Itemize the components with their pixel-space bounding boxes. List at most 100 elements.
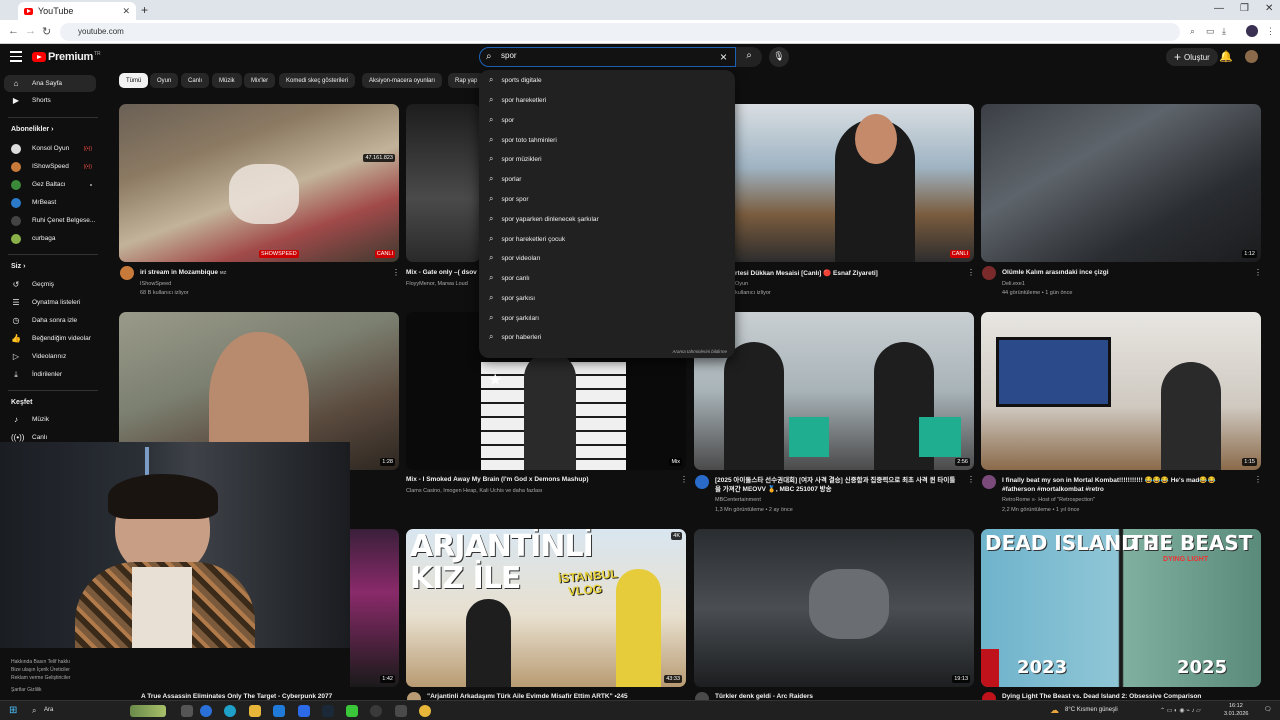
search-input[interactable] — [501, 51, 701, 60]
app-icon[interactable] — [298, 705, 310, 717]
obs-icon[interactable] — [370, 705, 382, 717]
more-options-icon[interactable]: ⋮ — [1254, 268, 1262, 277]
sidebar-item-liked[interactable]: 👍 Beğendiğim videolar — [4, 330, 96, 347]
window-close-button[interactable]: ✕ — [1265, 3, 1273, 14]
sidebar-item-shorts[interactable]: ▶ Shorts — [4, 92, 96, 109]
suggestion-item[interactable]: ⌕ spor toto tahminleri — [479, 130, 735, 150]
zoom-icon[interactable]: ⌕ — [1190, 26, 1195, 37]
browser-tab[interactable]: YouTube ✕ — [18, 2, 136, 20]
video-title[interactable]: [2025 아이돌스타 선수권대회] [여자 사격 결승] 신중함과 집중력으로… — [715, 476, 960, 494]
video-thumbnail[interactable]: CANLI — [735, 104, 974, 262]
sidebar-item-music[interactable]: ♪ Müzik — [4, 411, 96, 428]
create-button[interactable]: + Oluştur — [1166, 48, 1218, 66]
suggestion-item[interactable]: ⌕ spor spor — [479, 189, 735, 209]
address-bar[interactable]: youtube.com — [60, 23, 1180, 41]
taskbar-search-text[interactable]: Ara — [44, 707, 53, 713]
file-explorer-icon[interactable] — [249, 705, 261, 717]
clear-search-icon[interactable]: × — [720, 50, 727, 64]
sidebar-item-watch-later[interactable]: ◷ Daha sonra izle — [4, 312, 96, 329]
notifications-bell-icon[interactable]: 🔔 — [1219, 50, 1233, 63]
new-tab-button[interactable]: + — [141, 3, 148, 17]
video-title[interactable]: Türkler denk geldi - Arc Raiders — [715, 693, 960, 700]
task-view-icon[interactable] — [181, 705, 193, 717]
suggestion-item[interactable]: ⌕ spor videoları — [479, 248, 735, 268]
sidebar-channel[interactable]: curbaga — [4, 230, 96, 247]
video-title[interactable]: A True Assassin Eliminates Only The Targ… — [141, 693, 401, 700]
chip-gaming[interactable]: Oyun — [150, 73, 179, 88]
video-title[interactable]: I finally beat my son in Mortal Kombat!!… — [1002, 476, 1247, 494]
video-thumbnail[interactable]: 47.161.823 SHOWSPEED CANLI — [119, 104, 399, 262]
suggestion-item[interactable]: ⌕ sporlar — [479, 169, 735, 189]
channel-name[interactable]: IShowSpeed — [140, 281, 405, 287]
video-title[interactable]: Mix - Gate only –( dsov — [406, 269, 478, 276]
sidebar-item-home[interactable]: ⌂ Ana Sayfa — [4, 75, 96, 92]
video-thumbnail[interactable]: DEAD ISLAND 2 THE BEAST DYING LIGHT 2023… — [981, 529, 1261, 687]
channel-avatar[interactable] — [120, 266, 134, 280]
video-thumbnail[interactable]: 1:42 — [350, 529, 399, 687]
more-options-icon[interactable]: ⋮ — [1254, 475, 1262, 484]
suggestion-item[interactable]: ⌕ sports digitale — [479, 70, 735, 90]
chip-action-adventure[interactable]: Aksiyon-macera oyunları — [362, 73, 443, 88]
voice-search-button[interactable]: 🎙 — [769, 47, 789, 67]
channel-avatar[interactable] — [982, 266, 996, 280]
suggestion-item[interactable]: ⌕ spor müzikleri — [479, 149, 735, 169]
video-thumbnail[interactable]: ARJANTİNLİ KIZ İLE İSTANBUL VLOG 4K 43:3… — [406, 529, 686, 687]
channel-name[interactable]: MBCentertainment — [715, 497, 980, 503]
channel-name[interactable]: FloyyMenor, Marwa Loud — [406, 281, 478, 287]
video-artists[interactable]: Clams Casino, Imogen Heap, Kali Uchis ve… — [406, 488, 671, 494]
footer-links[interactable]: Bize ulaşın İçerik Üreticiler — [11, 667, 70, 673]
sidebar-item-your-videos[interactable]: ▷ Videolarınız — [4, 348, 96, 365]
video-thumbnail[interactable]: 1:12 — [981, 104, 1261, 262]
tab-close-icon[interactable]: ✕ — [122, 6, 130, 17]
account-avatar[interactable] — [1245, 50, 1258, 63]
weather-icon[interactable]: ☁ — [1050, 705, 1059, 716]
video-title[interactable]: "Arjantinli Arkadaşımı Türk Aile Evimde … — [427, 693, 672, 700]
you-heading[interactable]: Siz › — [11, 263, 25, 270]
steam-icon[interactable] — [322, 705, 334, 717]
taskbar-widget-image[interactable] — [130, 705, 166, 717]
chip-comedy[interactable]: Komedi skeç gösterileri — [279, 73, 356, 88]
sidebar-channel[interactable]: Gez Baltacı — [4, 176, 96, 193]
chip-mixes[interactable]: Mix'ler — [244, 73, 276, 88]
chip-live[interactable]: Canlı — [181, 73, 210, 88]
suggestion-item[interactable]: ⌕ spor canlı — [479, 268, 735, 288]
clock-date[interactable]: 3.01.2026 — [1224, 711, 1248, 717]
store-icon[interactable] — [273, 705, 285, 717]
chip-all[interactable]: Tümü — [119, 73, 149, 88]
report-predictions-link[interactable]: Arama tahminlerini bildirme — [672, 349, 727, 354]
search-button[interactable]: ⌕ — [736, 47, 762, 67]
cast-icon[interactable]: ▭ — [1206, 26, 1215, 37]
app-icon[interactable] — [200, 705, 212, 717]
video-title[interactable]: Mix - I Smoked Away My Brain (I'm God x … — [406, 476, 671, 483]
more-options-icon[interactable]: ⋮ — [967, 475, 975, 484]
sidebar-item-history[interactable]: ↺ Geçmiş — [4, 276, 96, 293]
video-thumbnail[interactable]: 2:56 — [694, 312, 974, 470]
menu-icon[interactable] — [10, 51, 22, 65]
maximize-button[interactable]: ❐ — [1240, 3, 1249, 14]
app-icon[interactable] — [346, 705, 358, 717]
suggestion-item[interactable]: ⌕ spor hareketleri çocuk — [479, 229, 735, 249]
more-options-icon[interactable]: ⋮ — [967, 268, 975, 277]
video-title[interactable]: iri stream in Mozambique MZ — [140, 269, 380, 276]
video-thumbnail[interactable]: 1:15 — [981, 312, 1261, 470]
download-icon[interactable]: ⤓ — [1222, 26, 1226, 37]
channel-name[interactable]: RetroRome ≡· Host of "Retrospection" — [1002, 497, 1267, 503]
sidebar-channel[interactable]: Konsol Oyun ((•)) — [4, 140, 96, 157]
taskbar-search-icon[interactable]: ⌕ — [32, 706, 36, 716]
suggestion-item[interactable]: ⌕ spor yaparken dinlenecek şarkılar — [479, 209, 735, 229]
browser-menu-icon[interactable]: ⋮ — [1266, 26, 1275, 37]
youtube-logo[interactable]: Premium TR — [32, 51, 101, 63]
video-title[interactable]: rtesi Dükkan Mesaisi [Canlı] 🔴 Esnaf Ziy… — [735, 269, 965, 277]
notification-icon[interactable]: 🗨 — [1264, 706, 1272, 713]
forward-arrow-icon[interactable]: → — [25, 25, 36, 37]
reload-icon[interactable]: ↻ — [42, 25, 51, 38]
browser-profile-icon[interactable] — [1246, 25, 1258, 37]
video-title[interactable]: Dying Light The Beast vs. Dead Island 2:… — [1002, 693, 1247, 700]
suggestion-item[interactable]: ⌕ spor şarkıları — [479, 308, 735, 328]
channel-name[interactable]: Deli.exe1 — [1002, 281, 1267, 287]
minimize-button[interactable]: — — [1214, 3, 1224, 14]
video-title[interactable]: Ölümle Kalım arasındaki ince çizgi — [1002, 269, 1252, 276]
more-options-icon[interactable]: ⋮ — [680, 475, 688, 484]
sidebar-item-downloads[interactable]: ⤓ İndirilenler — [4, 366, 96, 383]
back-arrow-icon[interactable]: ← — [8, 25, 19, 37]
